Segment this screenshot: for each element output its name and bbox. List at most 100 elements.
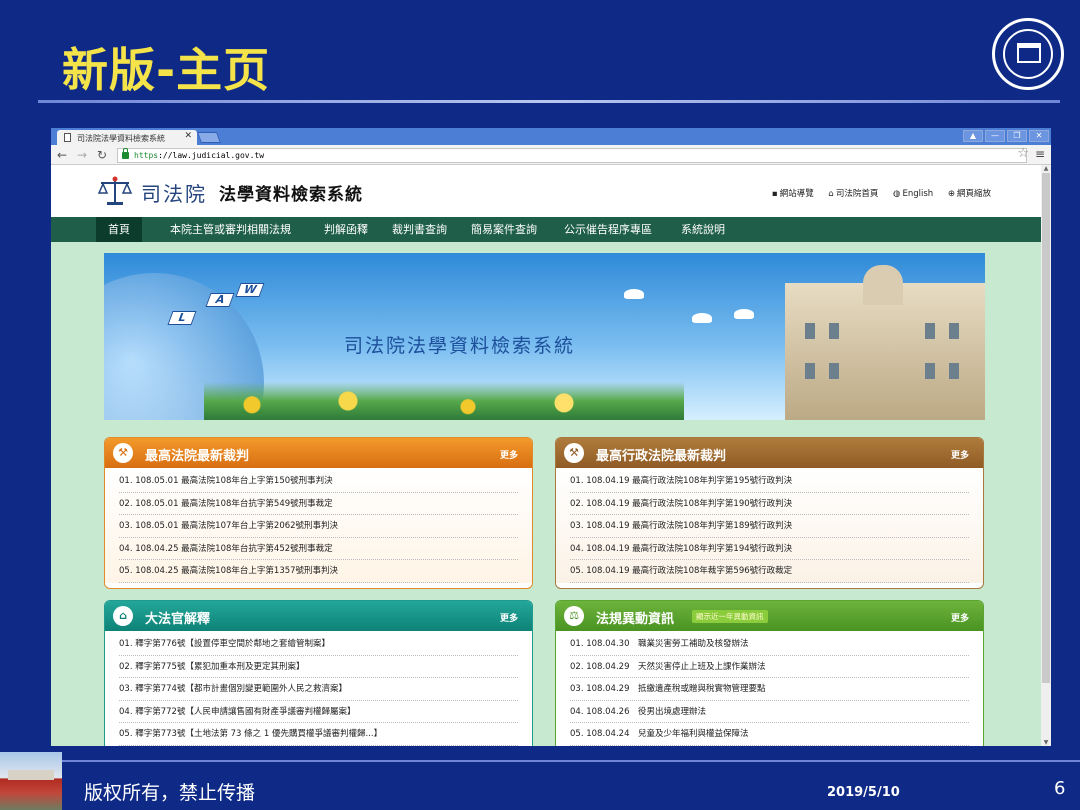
gavel-icon: ⚒ [564, 443, 584, 463]
interpretations-panel: ⌂ 大法官解釋 更多 01. 釋字第776號【設置停車空間於鄰地之套繪管制案】 … [104, 600, 533, 746]
more-link[interactable]: 更多 [500, 448, 518, 461]
top-links: ▪ 網站導覽 ⌂ 司法院首頁 ◍ English ⊕ 網頁縮放 [760, 187, 991, 199]
campus-photo [0, 752, 62, 810]
window-minimize-button[interactable]: — [985, 130, 1005, 142]
building-window [805, 323, 815, 339]
supreme-court-panel: ⚒ 最高法院最新裁判 更多 01. 108.05.01 最高法院108年台上字第… [104, 437, 533, 589]
page-icon [64, 133, 71, 142]
nav-public-notice[interactable]: 公示催告程序專區 [564, 217, 652, 242]
browser-tab-bar: 司法院法學資料檢索系統 ✕ ▲ — ❐ ✕ [51, 128, 1051, 145]
banner: L A W 司法院法學資料檢索系統 [104, 253, 985, 420]
courthouse-icon: ⌂ [113, 606, 133, 626]
nav-simple-case-search[interactable]: 簡易案件查詢 [471, 217, 537, 242]
page-number: 6 [1054, 778, 1066, 799]
list-item[interactable]: 02. 108.04.29 天然災害停止上班及上課作業辦法 [570, 656, 969, 678]
list-item[interactable]: 03. 108.04.29 抵繳遺產稅或贈與稅實物管理要點 [570, 678, 969, 701]
forward-arrow-icon[interactable]: → [77, 148, 87, 162]
nav-judgment-search[interactable]: 裁判書查詢 [392, 217, 447, 242]
window-restore-button[interactable]: ❐ [1007, 130, 1027, 142]
list-item[interactable]: 05. 釋字第773號【土地法第 73 條之 1 優先購買權爭議審判權歸...】 [119, 723, 518, 746]
panel-header: ⚖ 法規異動資訊 顯示近一年異動資訊 更多 [556, 601, 983, 631]
scroll-up-arrow-icon[interactable]: ▲ [1041, 165, 1051, 172]
browser-tab[interactable]: 司法院法學資料檢索系統 ✕ [57, 130, 197, 145]
panel-title: 最高行政法院最新裁判 [596, 449, 727, 464]
regulation-changes-panel: ⚖ 法規異動資訊 顯示近一年異動資訊 更多 01. 108.04.30 職業災害… [555, 600, 984, 746]
banner-tile-l: L [167, 311, 197, 325]
address-bar: ← → ↻ https://law.judicial.gov.tw ☆ ≡ [51, 145, 1051, 165]
scroll-thumb[interactable] [1042, 173, 1050, 683]
admin-court-panel: ⚒ 最高行政法院最新裁判 更多 01. 108.04.19 最高行政法院108年… [555, 437, 984, 589]
recent-year-badge[interactable]: 顯示近一年異動資訊 [692, 610, 768, 623]
judicial-home-link[interactable]: ⌂ 司法院首頁 [828, 189, 878, 199]
tab-title: 司法院法學資料檢索系統 [77, 134, 165, 143]
scroll-down-arrow-icon[interactable]: ▼ [1041, 739, 1051, 746]
new-tab-button[interactable] [196, 132, 222, 143]
back-arrow-icon[interactable]: ← [57, 148, 67, 162]
url-input[interactable]: https://law.judicial.gov.tw [117, 148, 1027, 163]
building-window [805, 363, 815, 379]
list-item[interactable]: 05. 108.04.25 最高法院108年台上字第1357號刑事判決 [119, 560, 518, 583]
building-window [829, 363, 839, 379]
english-link[interactable]: ◍ English [893, 189, 933, 199]
url-host: ://law.judicial.gov.tw [158, 151, 265, 160]
dove-icon [692, 313, 712, 323]
web-page: 司法院 法學資料檢索系統 ▪ 網站導覽 ⌂ 司法院首頁 ◍ English ⊕ 網頁縮放… [51, 165, 1041, 746]
more-link[interactable]: 更多 [951, 448, 969, 461]
list-item[interactable]: 01. 釋字第776號【設置停車空間於鄰地之套繪管制案】 [119, 633, 518, 656]
tab-close-icon[interactable]: ✕ [184, 131, 192, 141]
panel-header: ⌂ 大法官解釋 更多 [105, 601, 532, 631]
panel-list: 01. 108.05.01 最高法院108年台上字第150號刑事判決 02. 1… [105, 468, 532, 583]
list-item[interactable]: 05. 108.04.24 兒童及少年福利與權益保障法 [570, 723, 969, 746]
bookmark-star-icon[interactable]: ☆ [1017, 147, 1029, 161]
university-seal-logo [992, 18, 1064, 90]
site-subtitle: 法學資料檢索系統 [219, 185, 363, 205]
footer-copyright: 版权所有，禁止传播 [84, 782, 256, 804]
panel-list: 01. 釋字第776號【設置停車空間於鄰地之套繪管制案】 02. 釋字第775號… [105, 631, 532, 746]
footer-date: 2019/5/10 [827, 785, 900, 800]
list-item[interactable]: 01. 108.05.01 最高法院108年台上字第150號刑事判決 [119, 470, 518, 493]
list-item[interactable]: 01. 108.04.19 最高行政法院108年判字第195號行政判決 [570, 470, 969, 493]
panel-list: 01. 108.04.30 職業災害勞工補助及核發辦法 02. 108.04.2… [556, 631, 983, 746]
building-window [925, 363, 935, 379]
footer-divider [62, 760, 1080, 762]
list-item[interactable]: 04. 釋字第772號【人民申請讓售國有財產爭議審判權歸屬案】 [119, 701, 518, 723]
sitemap-link[interactable]: ▪ 網站導覽 [772, 189, 814, 199]
judicial-scales-logo-icon[interactable] [97, 175, 133, 207]
list-item[interactable]: 05. 108.04.19 最高行政法院108年裁字第596號行政裁定 [570, 560, 969, 583]
list-item[interactable]: 04. 108.04.19 最高行政法院108年判字第194號行政判決 [570, 538, 969, 560]
judicial-building-illustration [785, 265, 985, 420]
browser-menu-icon[interactable]: ≡ [1035, 147, 1045, 161]
dove-icon [624, 289, 644, 299]
panel-title: 法規異動資訊 [596, 612, 675, 627]
window-profile-button[interactable]: ▲ [963, 130, 983, 142]
panel-title: 大法官解釋 [145, 612, 211, 627]
vertical-scrollbar[interactable]: ▲ ▼ [1041, 165, 1051, 746]
nav-system-info[interactable]: 系統說明 [681, 217, 725, 242]
nav-regulations[interactable]: 本院主管或審判相關法規 [170, 217, 291, 242]
list-item[interactable]: 03. 108.05.01 最高法院107年台上字第2062號刑事判決 [119, 515, 518, 538]
list-item[interactable]: 02. 108.04.19 最高行政法院108年判字第190號行政判決 [570, 493, 969, 515]
site-name[interactable]: 司法院 [141, 178, 207, 207]
nav-interpretations[interactable]: 判解函釋 [324, 217, 368, 242]
zoom-link[interactable]: ⊕ 網頁縮放 [948, 189, 991, 199]
panel-header: ⚒ 最高行政法院最新裁判 更多 [556, 438, 983, 468]
window-close-button[interactable]: ✕ [1029, 130, 1049, 142]
url-scheme: https [134, 151, 159, 160]
banner-tile-w: W [235, 283, 265, 297]
list-item[interactable]: 02. 108.05.01 最高法院108年台抗字第549號刑事裁定 [119, 493, 518, 515]
list-item[interactable]: 02. 釋字第775號【累犯加重本刑及更定其刑案】 [119, 656, 518, 678]
more-link[interactable]: 更多 [500, 611, 518, 624]
more-link[interactable]: 更多 [951, 611, 969, 624]
lock-icon [122, 148, 129, 159]
list-item[interactable]: 03. 108.04.19 最高行政法院108年判字第189號行政判決 [570, 515, 969, 538]
site-header: 司法院 法學資料檢索系統 ▪ 網站導覽 ⌂ 司法院首頁 ◍ English ⊕ 網頁縮放 [51, 165, 1041, 217]
reload-icon[interactable]: ↻ [97, 148, 107, 162]
nav-home[interactable]: 首頁 [96, 217, 142, 242]
list-item[interactable]: 03. 釋字第774號【都市計畫個別變更範圍外人民之救濟案】 [119, 678, 518, 701]
browser-window: 司法院法學資料檢索系統 ✕ ▲ — ❐ ✕ ← → ↻ https://law.… [51, 128, 1051, 746]
list-item[interactable]: 04. 108.04.25 最高法院108年台抗字第452號刑事裁定 [119, 538, 518, 560]
list-item[interactable]: 04. 108.04.26 役男出境處理辦法 [570, 701, 969, 723]
list-item[interactable]: 01. 108.04.30 職業災害勞工補助及核發辦法 [570, 633, 969, 656]
panel-list: 01. 108.04.19 最高行政法院108年判字第195號行政判決 02. … [556, 468, 983, 583]
building-window [949, 363, 959, 379]
